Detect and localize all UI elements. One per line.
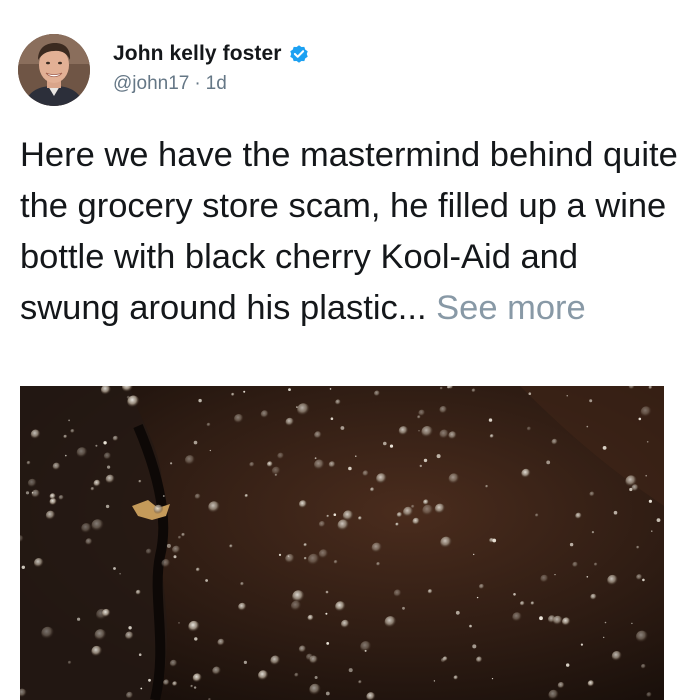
tweet-media-photo[interactable] — [20, 386, 664, 700]
author-identity: John kelly foster @john17 · 1d — [113, 39, 310, 95]
see-more-link[interactable]: See more — [436, 289, 586, 327]
avatar-photo-icon — [18, 34, 90, 106]
author-name-row: John kelly foster — [113, 39, 310, 69]
attached-photo-icon — [20, 386, 664, 700]
author-display-name[interactable]: John kelly foster — [113, 42, 282, 66]
tweet-body-text: Here we have the mastermind behind quite… — [20, 130, 685, 334]
tweet-header: John kelly foster @john17 · 1d — [18, 34, 310, 106]
author-meta-row: @john17 · 1d — [113, 73, 310, 95]
author-handle[interactable]: @john17 — [113, 73, 189, 94]
meta-separator: · — [194, 73, 201, 94]
tweet-card: John kelly foster @john17 · 1d Here we hav… — [0, 0, 700, 700]
tweet-timestamp[interactable]: 1d — [206, 73, 227, 94]
verified-badge-icon — [288, 43, 310, 65]
avatar[interactable] — [18, 34, 90, 106]
